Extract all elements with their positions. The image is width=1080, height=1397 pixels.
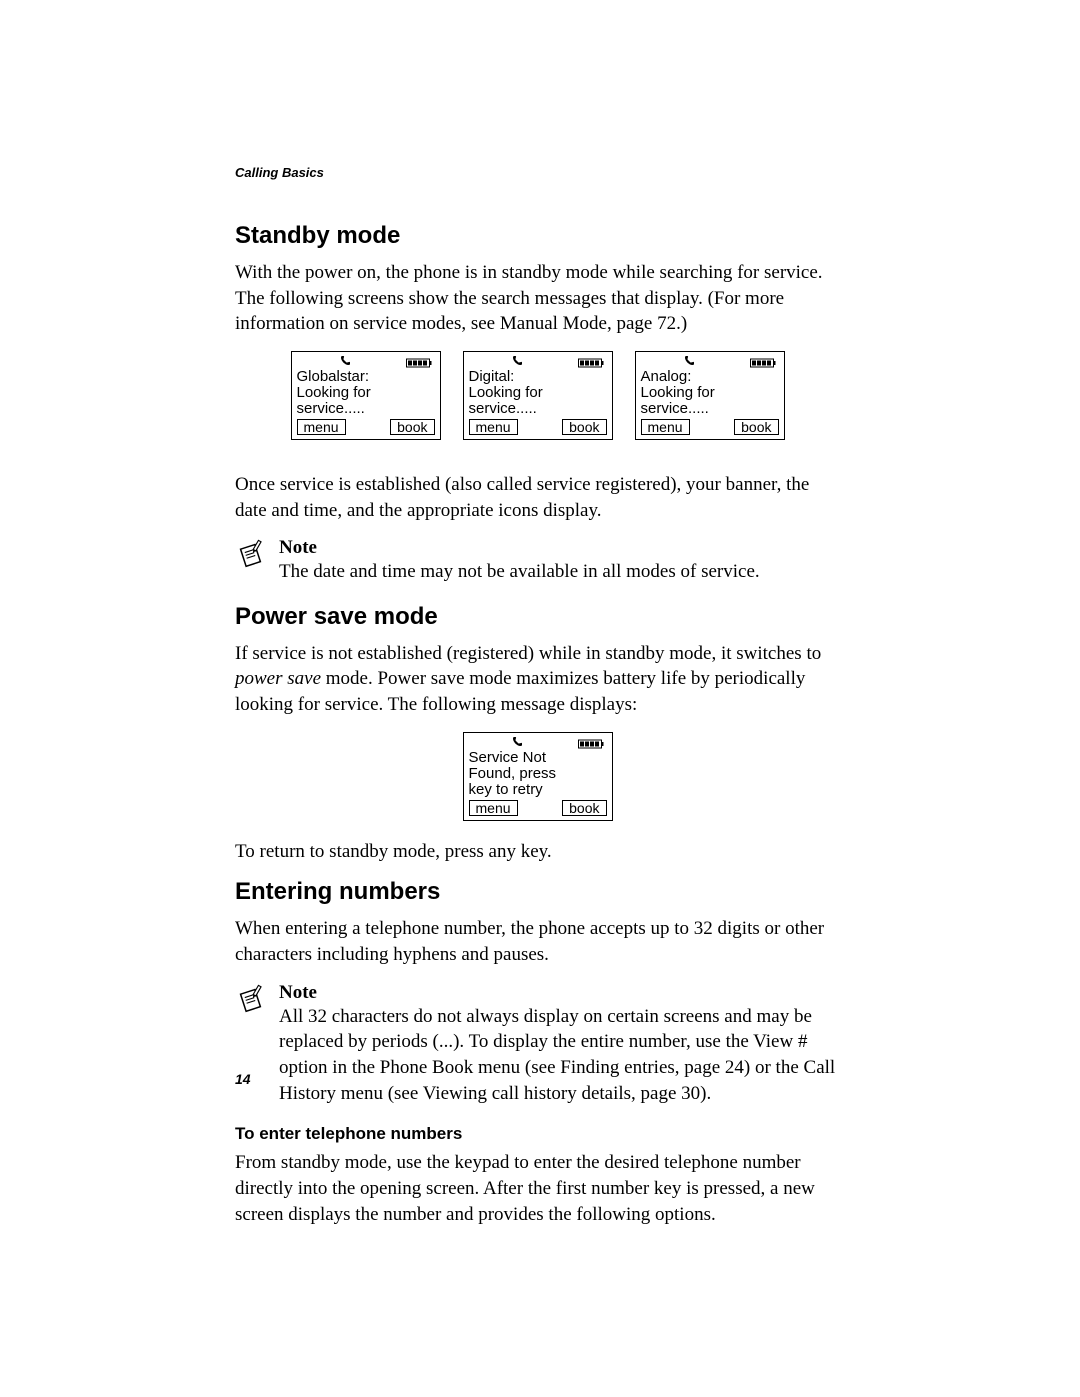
screens-row: Globalstar: Looking for service..... men… [235, 351, 840, 440]
text-emphasis: power save [235, 668, 321, 689]
softkey-left: menu [641, 419, 690, 435]
softkey-right: book [562, 419, 606, 435]
softkey-right: book [562, 800, 606, 816]
phone-screen: Digital: Looking for service..... menu b… [463, 351, 613, 440]
battery-icon [405, 356, 433, 366]
softkey-left: menu [469, 419, 518, 435]
screen-text-line: Service Not [469, 750, 607, 766]
screen-text-line: service..... [641, 401, 779, 417]
screen-text-line: Looking for [297, 385, 435, 401]
screen-text-line: Found, press [469, 766, 607, 782]
heading-power-save-mode: Power save mode [235, 603, 840, 631]
note-icon [235, 984, 265, 1014]
battery-icon [577, 737, 605, 747]
note-label: Note [279, 982, 840, 1004]
handset-icon [683, 355, 695, 367]
screen-text-line: Globalstar: [297, 369, 435, 385]
note-text: The date and time may not be available i… [279, 559, 840, 585]
softkey-right: book [734, 419, 778, 435]
note-text: All 32 characters do not always display … [279, 1004, 840, 1107]
screen-text-line: service..... [469, 401, 607, 417]
softkey-right: book [390, 419, 434, 435]
handset-icon [511, 736, 523, 748]
running-header: Calling Basics [235, 165, 840, 180]
heading-standby-mode: Standby mode [235, 222, 840, 250]
paragraph: If service is not established (registere… [235, 641, 840, 718]
paragraph: From standby mode, use the keypad to ent… [235, 1150, 840, 1227]
paragraph: Once service is established (also called… [235, 472, 840, 523]
screen-text-line: key to retry [469, 782, 607, 798]
handset-icon [511, 355, 523, 367]
phone-screen: Analog: Looking for service..... menu bo… [635, 351, 785, 440]
page-number: 14 [235, 1071, 251, 1087]
screen-text-line: Digital: [469, 369, 607, 385]
screen-text-line: service..... [297, 401, 435, 417]
screen-text-line: Looking for [469, 385, 607, 401]
note-icon [235, 539, 265, 569]
screen-text-line: Looking for [641, 385, 779, 401]
note-block: Note All 32 characters do not always dis… [235, 982, 840, 1107]
text-run: If service is not established (registere… [235, 643, 821, 664]
screen-text-line: Analog: [641, 369, 779, 385]
battery-icon [577, 356, 605, 366]
heading-entering-numbers: Entering numbers [235, 878, 840, 906]
paragraph: With the power on, the phone is in stand… [235, 260, 840, 337]
note-block: Note The date and time may not be availa… [235, 537, 840, 585]
note-label: Note [279, 537, 840, 559]
phone-screen: Service Not Found, press key to retry me… [463, 732, 613, 821]
paragraph: When entering a telephone number, the ph… [235, 916, 840, 967]
softkey-left: menu [469, 800, 518, 816]
text-run: mode. Power save mode maximizes battery … [235, 668, 805, 715]
subheading-to-enter-numbers: To enter telephone numbers [235, 1124, 840, 1144]
paragraph: To return to standby mode, press any key… [235, 839, 840, 865]
battery-icon [749, 356, 777, 366]
softkey-left: menu [297, 419, 346, 435]
handset-icon [339, 355, 351, 367]
phone-screen: Globalstar: Looking for service..... men… [291, 351, 441, 440]
